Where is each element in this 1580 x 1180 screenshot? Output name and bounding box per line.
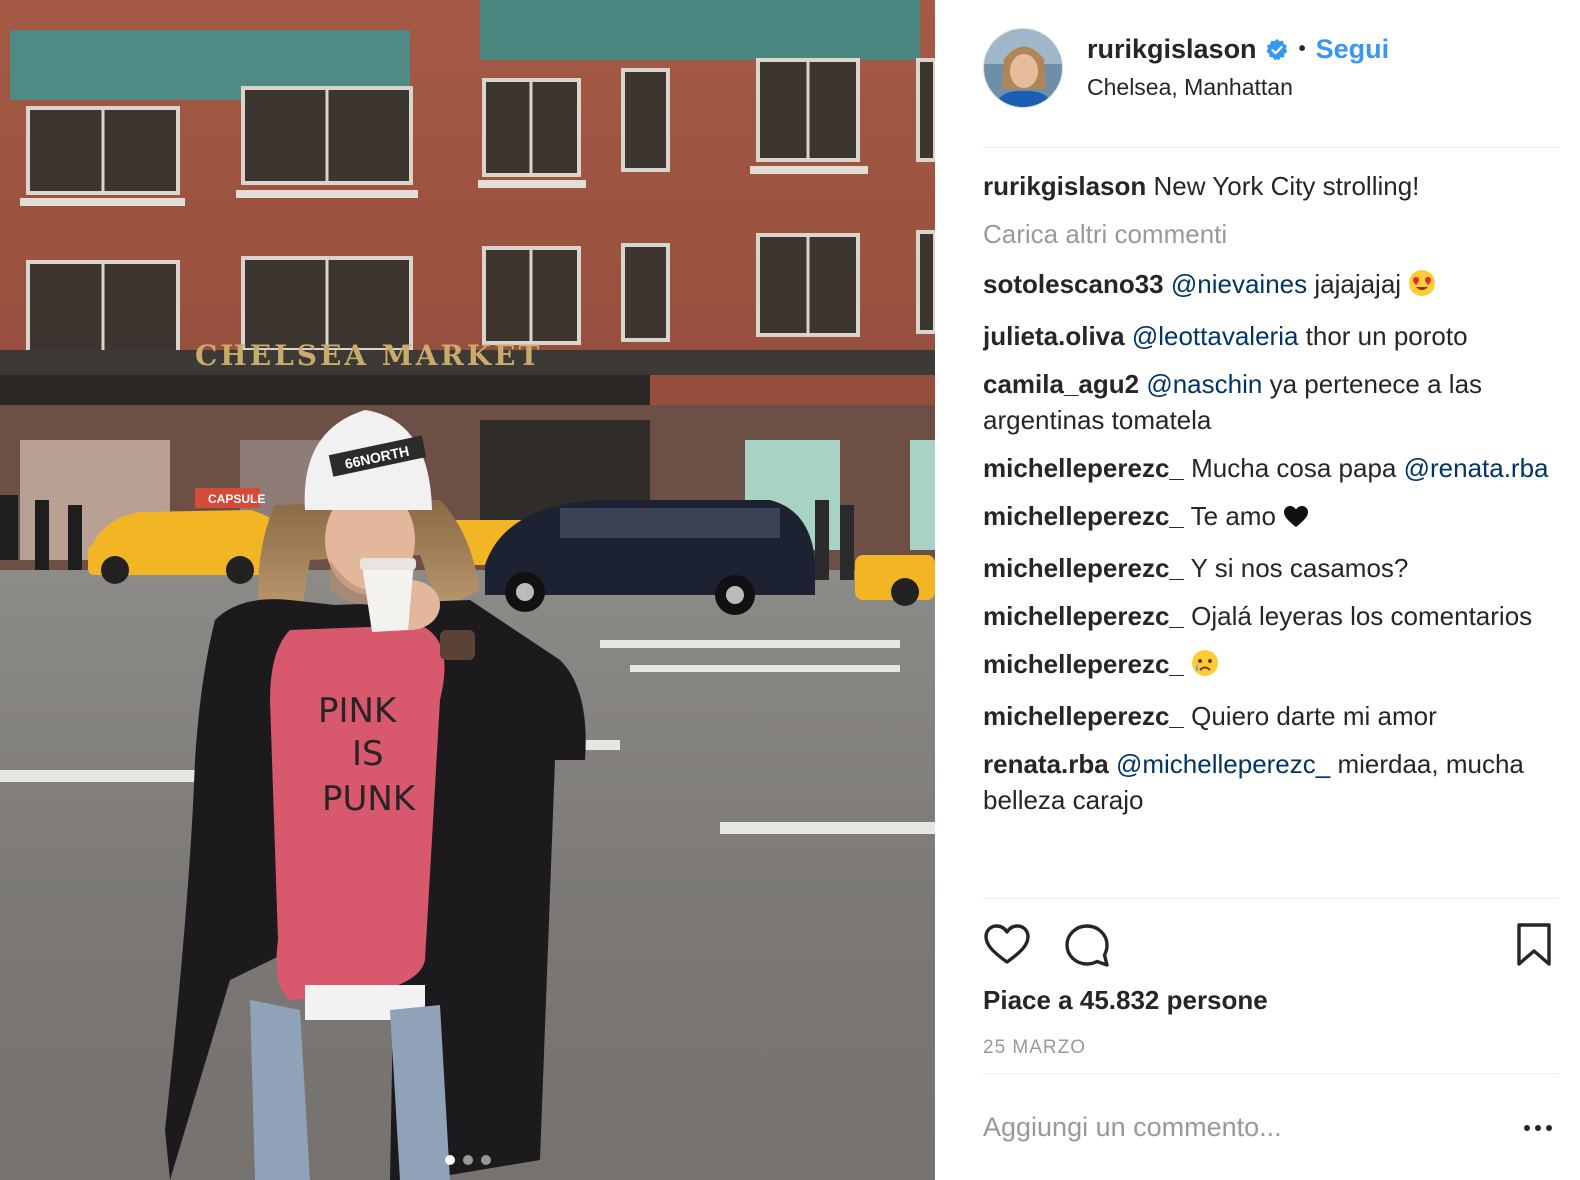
comment-username[interactable]: michelleperezc_ — [983, 501, 1184, 531]
follow-button[interactable]: Segui — [1316, 34, 1390, 65]
author-username[interactable]: rurikgislason — [1087, 34, 1257, 65]
comment-mention[interactable]: @michelleperezc_ — [1116, 749, 1330, 779]
shirt-line-2: IS — [352, 734, 384, 774]
post-header: rurikgislason • Segui Chelsea, Manhattan — [983, 28, 1558, 148]
header-separator: • — [1298, 38, 1306, 60]
add-comment-input[interactable] — [983, 1112, 1483, 1143]
comment-username[interactable]: michelleperezc_ — [983, 553, 1184, 583]
carousel-dot-3[interactable] — [480, 1155, 491, 1165]
comment-text: Quiero darte mi amor — [1183, 701, 1437, 731]
comment-username[interactable]: michelleperezc_ — [983, 453, 1184, 483]
add-comment-section — [983, 1073, 1558, 1180]
comment-mention[interactable]: @leottavaleria — [1132, 321, 1299, 351]
comment-username[interactable]: julieta.oliva — [983, 321, 1125, 351]
comment-username[interactable]: renata.rba — [983, 749, 1109, 779]
likes-count[interactable]: Piace a 45.832 persone — [983, 985, 1268, 1016]
comment-text: thor un poroto — [1298, 321, 1468, 351]
caption-username[interactable]: rurikgislason — [983, 171, 1146, 201]
bookmark-icon[interactable] — [1510, 921, 1558, 969]
comment-item: michelleperezc_ Mucha cosa papa @renata.… — [983, 450, 1558, 486]
comment-username[interactable]: michelleperezc_ — [983, 649, 1184, 679]
shirt-line-1: PINK — [318, 691, 398, 731]
author-avatar[interactable] — [983, 28, 1063, 108]
comment-mention[interactable]: @renata.rba — [1404, 453, 1549, 483]
load-more-comments-button[interactable]: Carica altri commenti — [983, 216, 1558, 252]
comment-text: Mucha cosa papa — [1183, 453, 1404, 483]
comment-text: Ojalá leyeras los comentarios — [1183, 601, 1533, 631]
comment-text — [1184, 649, 1191, 679]
comment-username[interactable]: camila_agu2 — [983, 369, 1139, 399]
ellipsis-icon[interactable] — [1522, 1118, 1554, 1138]
carousel-indicator[interactable] — [0, 1155, 935, 1169]
comment-item: camila_agu2 @naschin ya pertenece a las … — [983, 366, 1558, 438]
heart-eyes-emoji-icon — [1408, 269, 1436, 306]
carousel-dot-1[interactable] — [444, 1155, 455, 1165]
post-photo[interactable]: CHELSEA MARKET CAPSULE PINK IS PUNK 66NO… — [0, 0, 935, 1180]
comment-item: michelleperezc_ Y si nos casamos? — [983, 550, 1558, 586]
post-location[interactable]: Chelsea, Manhattan — [1087, 74, 1293, 101]
comment-text: jajajajaj — [1307, 269, 1409, 299]
comment-item: michelleperezc_ Ojalá leyeras los coment… — [983, 598, 1558, 634]
comment-text: Te amo — [1183, 501, 1284, 531]
comment-item: michelleperezc_ Te amo — [983, 498, 1558, 538]
crying-face-emoji-icon — [1191, 649, 1219, 686]
action-icons — [983, 921, 1558, 971]
comment-username[interactable]: michelleperezc_ — [983, 701, 1184, 731]
post-caption: rurikgislason New York City strolling! — [983, 168, 1558, 204]
comment-item: michelleperezc_ Quiero darte mi amor — [983, 698, 1558, 734]
capsule-sign: CAPSULE — [208, 492, 265, 506]
post-side-panel: rurikgislason • Segui Chelsea, Manhattan… — [935, 0, 1580, 1180]
heart-emoji-icon — [1283, 502, 1309, 538]
author-line: rurikgislason • Segui — [1087, 34, 1389, 65]
comment-item: renata.rba @michelleperezc_ mierdaa, muc… — [983, 746, 1558, 818]
carousel-dot-2[interactable] — [462, 1155, 473, 1165]
comment-item: sotolescano33 @nievaines jajajajaj — [983, 266, 1558, 306]
post-date[interactable]: 25 MARZO — [983, 1037, 1086, 1059]
comment-item: julieta.oliva @leottavaleria thor un por… — [983, 318, 1558, 354]
speech-bubble-icon[interactable] — [1063, 921, 1111, 969]
street-photo-image: CHELSEA MARKET CAPSULE PINK IS PUNK 66NO… — [0, 0, 935, 1180]
market-sign: CHELSEA MARKET — [195, 339, 542, 372]
comment-username[interactable]: michelleperezc_ — [983, 601, 1184, 631]
comment-username[interactable]: sotolescano33 — [983, 269, 1164, 299]
comment-text: Y si nos casamos? — [1183, 553, 1409, 583]
comments-list[interactable]: rurikgislason New York City strolling! C… — [983, 168, 1558, 896]
verified-badge-icon — [1265, 38, 1289, 62]
comment-mention[interactable]: @naschin — [1146, 369, 1262, 399]
heart-outline-icon[interactable] — [983, 921, 1031, 969]
shirt-line-3: PUNK — [322, 779, 417, 819]
avatar-photo — [984, 29, 1062, 107]
caption-text: New York City strolling! — [1153, 171, 1420, 201]
comment-item: michelleperezc_ — [983, 646, 1558, 686]
post-actions: Piace a 45.832 persone 25 MARZO — [983, 898, 1558, 1058]
comment-mention[interactable]: @nievaines — [1171, 269, 1307, 299]
